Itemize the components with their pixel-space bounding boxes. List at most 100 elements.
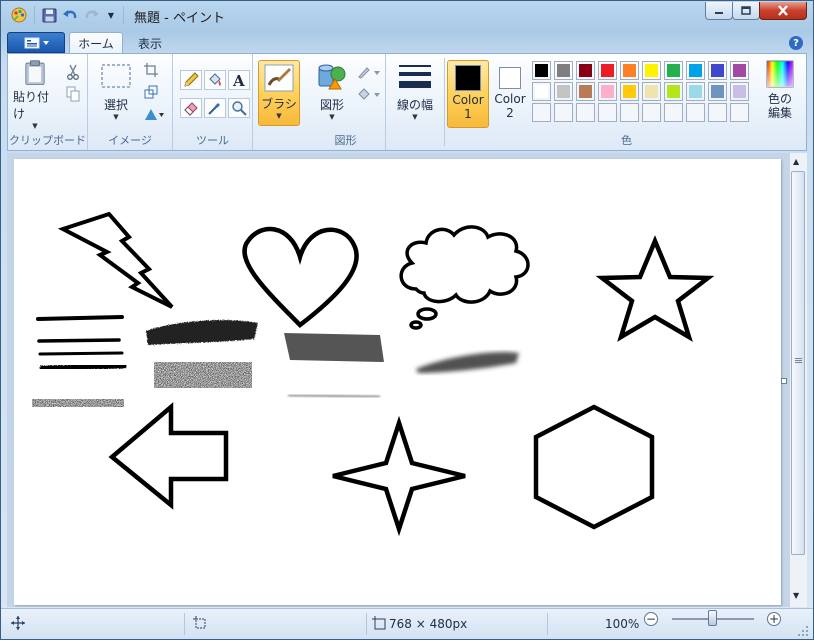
cut-icon[interactable] bbox=[62, 62, 84, 82]
palette-color-swatch[interactable] bbox=[576, 61, 595, 80]
palette-color-swatch[interactable] bbox=[708, 82, 727, 101]
palette-color-swatch[interactable] bbox=[642, 82, 661, 101]
undo-icon[interactable] bbox=[61, 6, 79, 24]
edit-colors-button[interactable]: 色の 編集 bbox=[758, 60, 802, 128]
color1-button[interactable]: Color 1 bbox=[447, 60, 489, 128]
drawing-canvas[interactable] bbox=[14, 159, 787, 605]
four-point-star-shape bbox=[332, 415, 466, 537]
palette-custom-slot[interactable] bbox=[554, 103, 573, 122]
canvas-resize-handle-right[interactable] bbox=[781, 378, 787, 384]
palette-color-fill bbox=[601, 85, 614, 98]
zoom-in-button[interactable]: + bbox=[767, 612, 781, 626]
text-tool-icon[interactable]: A bbox=[228, 70, 250, 90]
image-size-text: 768 × 480px bbox=[389, 617, 468, 631]
color-picker-icon[interactable] bbox=[204, 98, 226, 118]
tab-view[interactable]: 表示 bbox=[127, 32, 173, 54]
minimize-button[interactable] bbox=[705, 2, 733, 20]
paste-button[interactable]: 貼り付け ▼ bbox=[13, 60, 57, 130]
palette-color-swatch[interactable] bbox=[686, 82, 705, 101]
palette-custom-slot[interactable] bbox=[686, 103, 705, 122]
tools-group: A ツール bbox=[173, 54, 253, 150]
lightning-shape bbox=[57, 211, 174, 309]
resize-grip[interactable] bbox=[797, 625, 809, 637]
window-title: 無題 - ペイント bbox=[134, 11, 225, 26]
paint-menu-button[interactable] bbox=[7, 32, 65, 53]
selection-rectangle-icon bbox=[101, 64, 131, 88]
eraser-icon[interactable] bbox=[180, 98, 202, 118]
zoom-level-text: 100% bbox=[605, 617, 640, 631]
select-button[interactable]: 選択 ▼ bbox=[96, 62, 136, 130]
palette-color-fill bbox=[535, 64, 548, 77]
vertical-scrollbar[interactable]: ▲ ▼ bbox=[789, 153, 807, 607]
zoom-slider-thumb[interactable] bbox=[708, 610, 717, 626]
palette-color-swatch[interactable] bbox=[686, 61, 705, 80]
palette-color-swatch[interactable] bbox=[598, 82, 617, 101]
palette-custom-slot[interactable] bbox=[730, 103, 749, 122]
heart-shape bbox=[242, 226, 359, 328]
palette-custom-slot[interactable] bbox=[664, 103, 683, 122]
palette-custom-slot[interactable] bbox=[576, 103, 595, 122]
help-icon[interactable]: ? bbox=[789, 36, 803, 50]
close-button[interactable] bbox=[759, 2, 807, 20]
palette-color-swatch[interactable] bbox=[554, 82, 573, 101]
palette-color-fill bbox=[645, 85, 658, 98]
scroll-thumb[interactable] bbox=[791, 171, 805, 555]
palette-color-swatch[interactable] bbox=[598, 61, 617, 80]
magnifier-icon[interactable] bbox=[228, 98, 250, 118]
palette-custom-slot[interactable] bbox=[708, 103, 727, 122]
color2-button[interactable]: Color 2 bbox=[489, 60, 531, 128]
palette-color-swatch[interactable] bbox=[708, 61, 727, 80]
palette-color-fill bbox=[623, 64, 636, 77]
save-icon[interactable] bbox=[40, 6, 58, 24]
fill-icon[interactable] bbox=[356, 84, 382, 104]
color-palette bbox=[532, 61, 752, 123]
brush-stroke-spray bbox=[154, 362, 252, 388]
palette-color-swatch[interactable] bbox=[642, 61, 661, 80]
crop-icon[interactable] bbox=[140, 60, 162, 80]
line-width-icon bbox=[399, 65, 431, 88]
shapes-button[interactable]: 図形 ▼ bbox=[312, 62, 352, 130]
brush-stroke-oil bbox=[146, 320, 258, 345]
rainbow-palette-icon bbox=[766, 60, 794, 88]
palette-custom-slot[interactable] bbox=[598, 103, 617, 122]
palette-custom-slot[interactable] bbox=[642, 103, 661, 122]
palette-color-fill bbox=[535, 85, 548, 98]
palette-custom-slot[interactable] bbox=[532, 103, 551, 122]
palette-color-swatch[interactable] bbox=[620, 61, 639, 80]
copy-icon[interactable] bbox=[62, 84, 84, 104]
palette-color-swatch[interactable] bbox=[576, 82, 595, 101]
paint-app-icon[interactable] bbox=[9, 6, 29, 24]
palette-color-swatch[interactable] bbox=[532, 82, 551, 101]
palette-color-swatch[interactable] bbox=[620, 82, 639, 101]
palette-color-swatch[interactable] bbox=[730, 61, 749, 80]
scroll-up-icon[interactable]: ▲ bbox=[793, 157, 799, 166]
customize-quick-access-icon[interactable]: ▼ bbox=[104, 6, 118, 24]
palette-color-swatch[interactable] bbox=[664, 82, 683, 101]
rotate-icon[interactable] bbox=[140, 104, 168, 124]
close-icon bbox=[778, 5, 788, 16]
brushes-button[interactable]: ブラシ ▼ bbox=[258, 60, 300, 126]
redo-icon[interactable] bbox=[83, 6, 101, 24]
size-button[interactable]: 線の幅 ▼ bbox=[390, 62, 440, 130]
pencil-icon[interactable] bbox=[180, 70, 202, 90]
brush-stroke-crayon bbox=[32, 399, 124, 407]
resize-icon[interactable] bbox=[140, 82, 162, 102]
palette-color-swatch[interactable] bbox=[664, 61, 683, 80]
scroll-down-icon[interactable]: ▼ bbox=[793, 591, 799, 600]
palette-color-swatch[interactable] bbox=[554, 61, 573, 80]
shapes-group: 図形 ▼ 図形 bbox=[306, 54, 386, 150]
maximize-button[interactable] bbox=[732, 2, 760, 20]
palette-custom-slot[interactable] bbox=[620, 103, 639, 122]
outline-icon[interactable] bbox=[356, 62, 382, 82]
palette-color-swatch[interactable] bbox=[730, 82, 749, 101]
canvas-drawing bbox=[32, 211, 715, 537]
title-bar: ▼ 無題 - ペイント bbox=[1, 1, 813, 29]
fill-bucket-icon[interactable] bbox=[204, 70, 226, 90]
palette-color-swatch[interactable] bbox=[532, 61, 551, 80]
image-group: 選択 ▼ イメージ bbox=[88, 54, 173, 150]
zoom-out-button[interactable]: − bbox=[644, 612, 658, 626]
tab-home[interactable]: ホーム bbox=[69, 32, 123, 54]
palette-color-fill bbox=[645, 64, 658, 77]
palette-color-fill bbox=[689, 85, 702, 98]
brush-stroke-pencil-gray bbox=[287, 393, 381, 399]
